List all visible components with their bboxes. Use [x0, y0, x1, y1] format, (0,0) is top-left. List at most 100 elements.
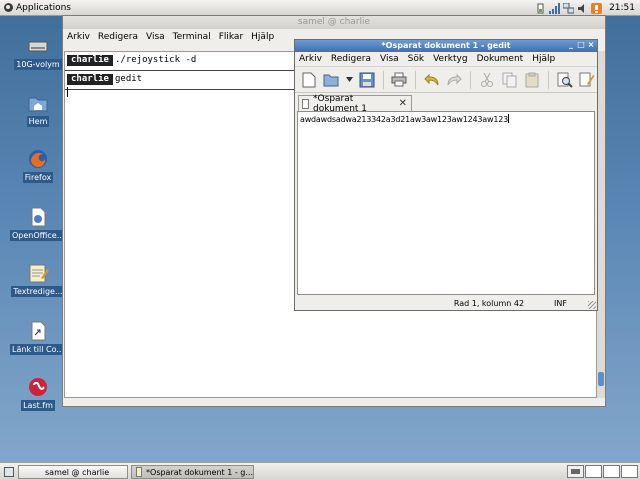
- desktop-icon-home[interactable]: Hem: [10, 92, 66, 130]
- desktop-icon-label: OpenOffice...: [10, 230, 67, 241]
- resize-grip-icon[interactable]: [588, 301, 596, 309]
- paste-icon[interactable]: [522, 70, 542, 90]
- volume-icon[interactable]: [577, 3, 588, 14]
- terminal-titlebar[interactable]: samel @ charlie: [63, 16, 605, 29]
- gedit-statusbar: Rad 1, kolumn 42 INF: [295, 296, 597, 310]
- gedit-menubar: Arkiv Redigera Visa Sök Verktyg Dokument…: [295, 52, 597, 67]
- terminal-menu-redigera[interactable]: Redigera: [98, 32, 138, 42]
- taskbar-item-terminal[interactable]: samel @ charlie: [18, 465, 128, 479]
- top-panel: Applications 21:51: [0, 0, 640, 16]
- terminal-menu-visa[interactable]: Visa: [146, 32, 165, 42]
- maximize-icon[interactable]: □: [577, 41, 585, 49]
- terminal-menu-terminal[interactable]: Terminal: [173, 32, 211, 42]
- terminal-tab-label: charlie: [67, 55, 113, 66]
- document-tab[interactable]: *Osparat dokument 1 ✕: [298, 94, 412, 114]
- gedit-toolbar: [295, 67, 597, 93]
- editor-content: awdawdsadwa213342a3d21aw3aw123aw1243aw12…: [300, 115, 508, 124]
- terminal-tab-command: ./rejoystick -d: [115, 55, 197, 65]
- terminal-scrollbar[interactable]: [597, 51, 605, 398]
- update-notifier-icon[interactable]: [591, 2, 603, 14]
- taskbar-item-label: samel @ charlie: [45, 467, 110, 477]
- copy-icon[interactable]: [500, 70, 520, 90]
- network-icon[interactable]: [563, 2, 575, 14]
- gedit-menu-sok[interactable]: Sök: [408, 54, 424, 64]
- redo-icon[interactable]: [445, 70, 465, 90]
- openoffice-icon: [27, 206, 49, 228]
- terminal-tab-command: gedit: [115, 74, 143, 84]
- firefox-icon: [27, 148, 49, 170]
- desktop-icon-openoffice[interactable]: OpenOffice...: [10, 206, 67, 244]
- workspace-4[interactable]: [621, 465, 638, 478]
- close-icon[interactable]: ×: [587, 41, 595, 49]
- taskbar-item-gedit[interactable]: *Osparat dokument 1 - g...: [131, 465, 254, 479]
- home-folder-icon: [27, 92, 49, 114]
- desktop-icon-label: 10G-volym: [14, 59, 62, 70]
- toolbar-separator: [547, 70, 549, 89]
- gedit-menu-dokument[interactable]: Dokument: [477, 54, 524, 64]
- toolbar-separator: [382, 70, 384, 89]
- workspace-1[interactable]: [567, 465, 584, 478]
- toolbar-separator: [470, 70, 472, 89]
- desktop-icon-label: Firefox: [22, 172, 54, 183]
- cursor-position: Rad 1, kolumn 42: [453, 298, 525, 308]
- lastfm-icon: [27, 376, 49, 398]
- close-tab-icon[interactable]: ✕: [399, 98, 407, 109]
- battery-icon[interactable]: [535, 3, 546, 14]
- taskbar-item-label: *Osparat dokument 1 - g...: [146, 467, 253, 477]
- desktop-icon-label: Hem: [26, 116, 50, 127]
- desktop-icon-lastfm[interactable]: Last.fm: [10, 376, 66, 414]
- gedit-menu-redigera[interactable]: Redigera: [331, 54, 371, 64]
- document-tabbar: *Osparat dokument 1 ✕: [295, 93, 597, 114]
- undo-icon[interactable]: [422, 70, 442, 90]
- replace-icon[interactable]: [578, 70, 598, 90]
- terminal-menu-arkiv[interactable]: Arkiv: [67, 32, 90, 42]
- workspace-switcher[interactable]: [567, 465, 638, 478]
- save-icon[interactable]: [357, 70, 377, 90]
- gedit-menu-arkiv[interactable]: Arkiv: [299, 54, 322, 64]
- terminal-cursor: [67, 87, 68, 97]
- bottom-panel: samel @ charlie *Osparat dokument 1 - g.…: [0, 462, 640, 480]
- text-editor-area[interactable]: awdawdsadwa213342a3d21aw3aw123aw1243aw12…: [297, 111, 595, 295]
- terminal-tab-label: charlie: [67, 74, 113, 85]
- desktop-icon-label: Last.fm: [21, 400, 55, 411]
- gedit-menu-visa[interactable]: Visa: [380, 54, 399, 64]
- window-controls: _ □ ×: [567, 41, 595, 49]
- minimize-icon[interactable]: _: [567, 41, 575, 49]
- gedit-titlebar[interactable]: *Osparat dokument 1 - gedit _ □ ×: [295, 40, 597, 52]
- open-folder-icon[interactable]: [322, 70, 342, 90]
- signal-strength-icon[interactable]: [549, 2, 561, 14]
- document-icon: [302, 98, 310, 109]
- desktop-icon-label: Textredige...: [11, 286, 65, 297]
- find-icon[interactable]: [555, 70, 575, 90]
- clock[interactable]: 21:51: [609, 3, 635, 13]
- workspace-3[interactable]: [603, 465, 620, 478]
- applications-label: Applications: [16, 2, 71, 13]
- gnome-foot-icon: [4, 3, 13, 12]
- desktop-icon-link-document[interactable]: Länk till Co...: [10, 320, 66, 358]
- drive-icon: [27, 35, 49, 57]
- desktop-icon-label: Länk till Co...: [10, 344, 66, 355]
- applications-menu[interactable]: Applications: [0, 0, 75, 16]
- desktop-icon-drive[interactable]: 10G-volym: [10, 35, 66, 73]
- gedit-window-title: *Osparat dokument 1 - gedit: [381, 41, 511, 50]
- desktop-icon-text-editor[interactable]: Textredige...: [10, 262, 66, 300]
- desktop-icon-firefox[interactable]: Firefox: [10, 148, 66, 186]
- gedit-window[interactable]: *Osparat dokument 1 - gedit _ □ × Arkiv …: [294, 39, 598, 311]
- show-desktop-icon[interactable]: [4, 467, 14, 477]
- gedit-menu-verktyg[interactable]: Verktyg: [433, 54, 467, 64]
- workspace-window-preview: [571, 469, 580, 474]
- text-editor-icon: [136, 467, 143, 477]
- dropdown-arrow-icon[interactable]: [344, 70, 354, 90]
- terminal-menu-hjalp[interactable]: Hjälp: [251, 32, 274, 42]
- workspace-2[interactable]: [585, 465, 602, 478]
- terminal-menu-flikar[interactable]: Flikar: [219, 32, 243, 42]
- print-icon[interactable]: [390, 70, 410, 90]
- gedit-menu-hjalp[interactable]: Hjälp: [532, 54, 555, 64]
- text-editor-icon: [27, 262, 49, 284]
- terminal-scrollbar-thumb[interactable]: [598, 372, 604, 386]
- insert-mode: INF: [554, 298, 567, 308]
- link-document-icon: [27, 320, 49, 342]
- toolbar-separator: [415, 70, 417, 89]
- new-document-icon[interactable]: [299, 70, 319, 90]
- cut-icon[interactable]: [477, 70, 497, 90]
